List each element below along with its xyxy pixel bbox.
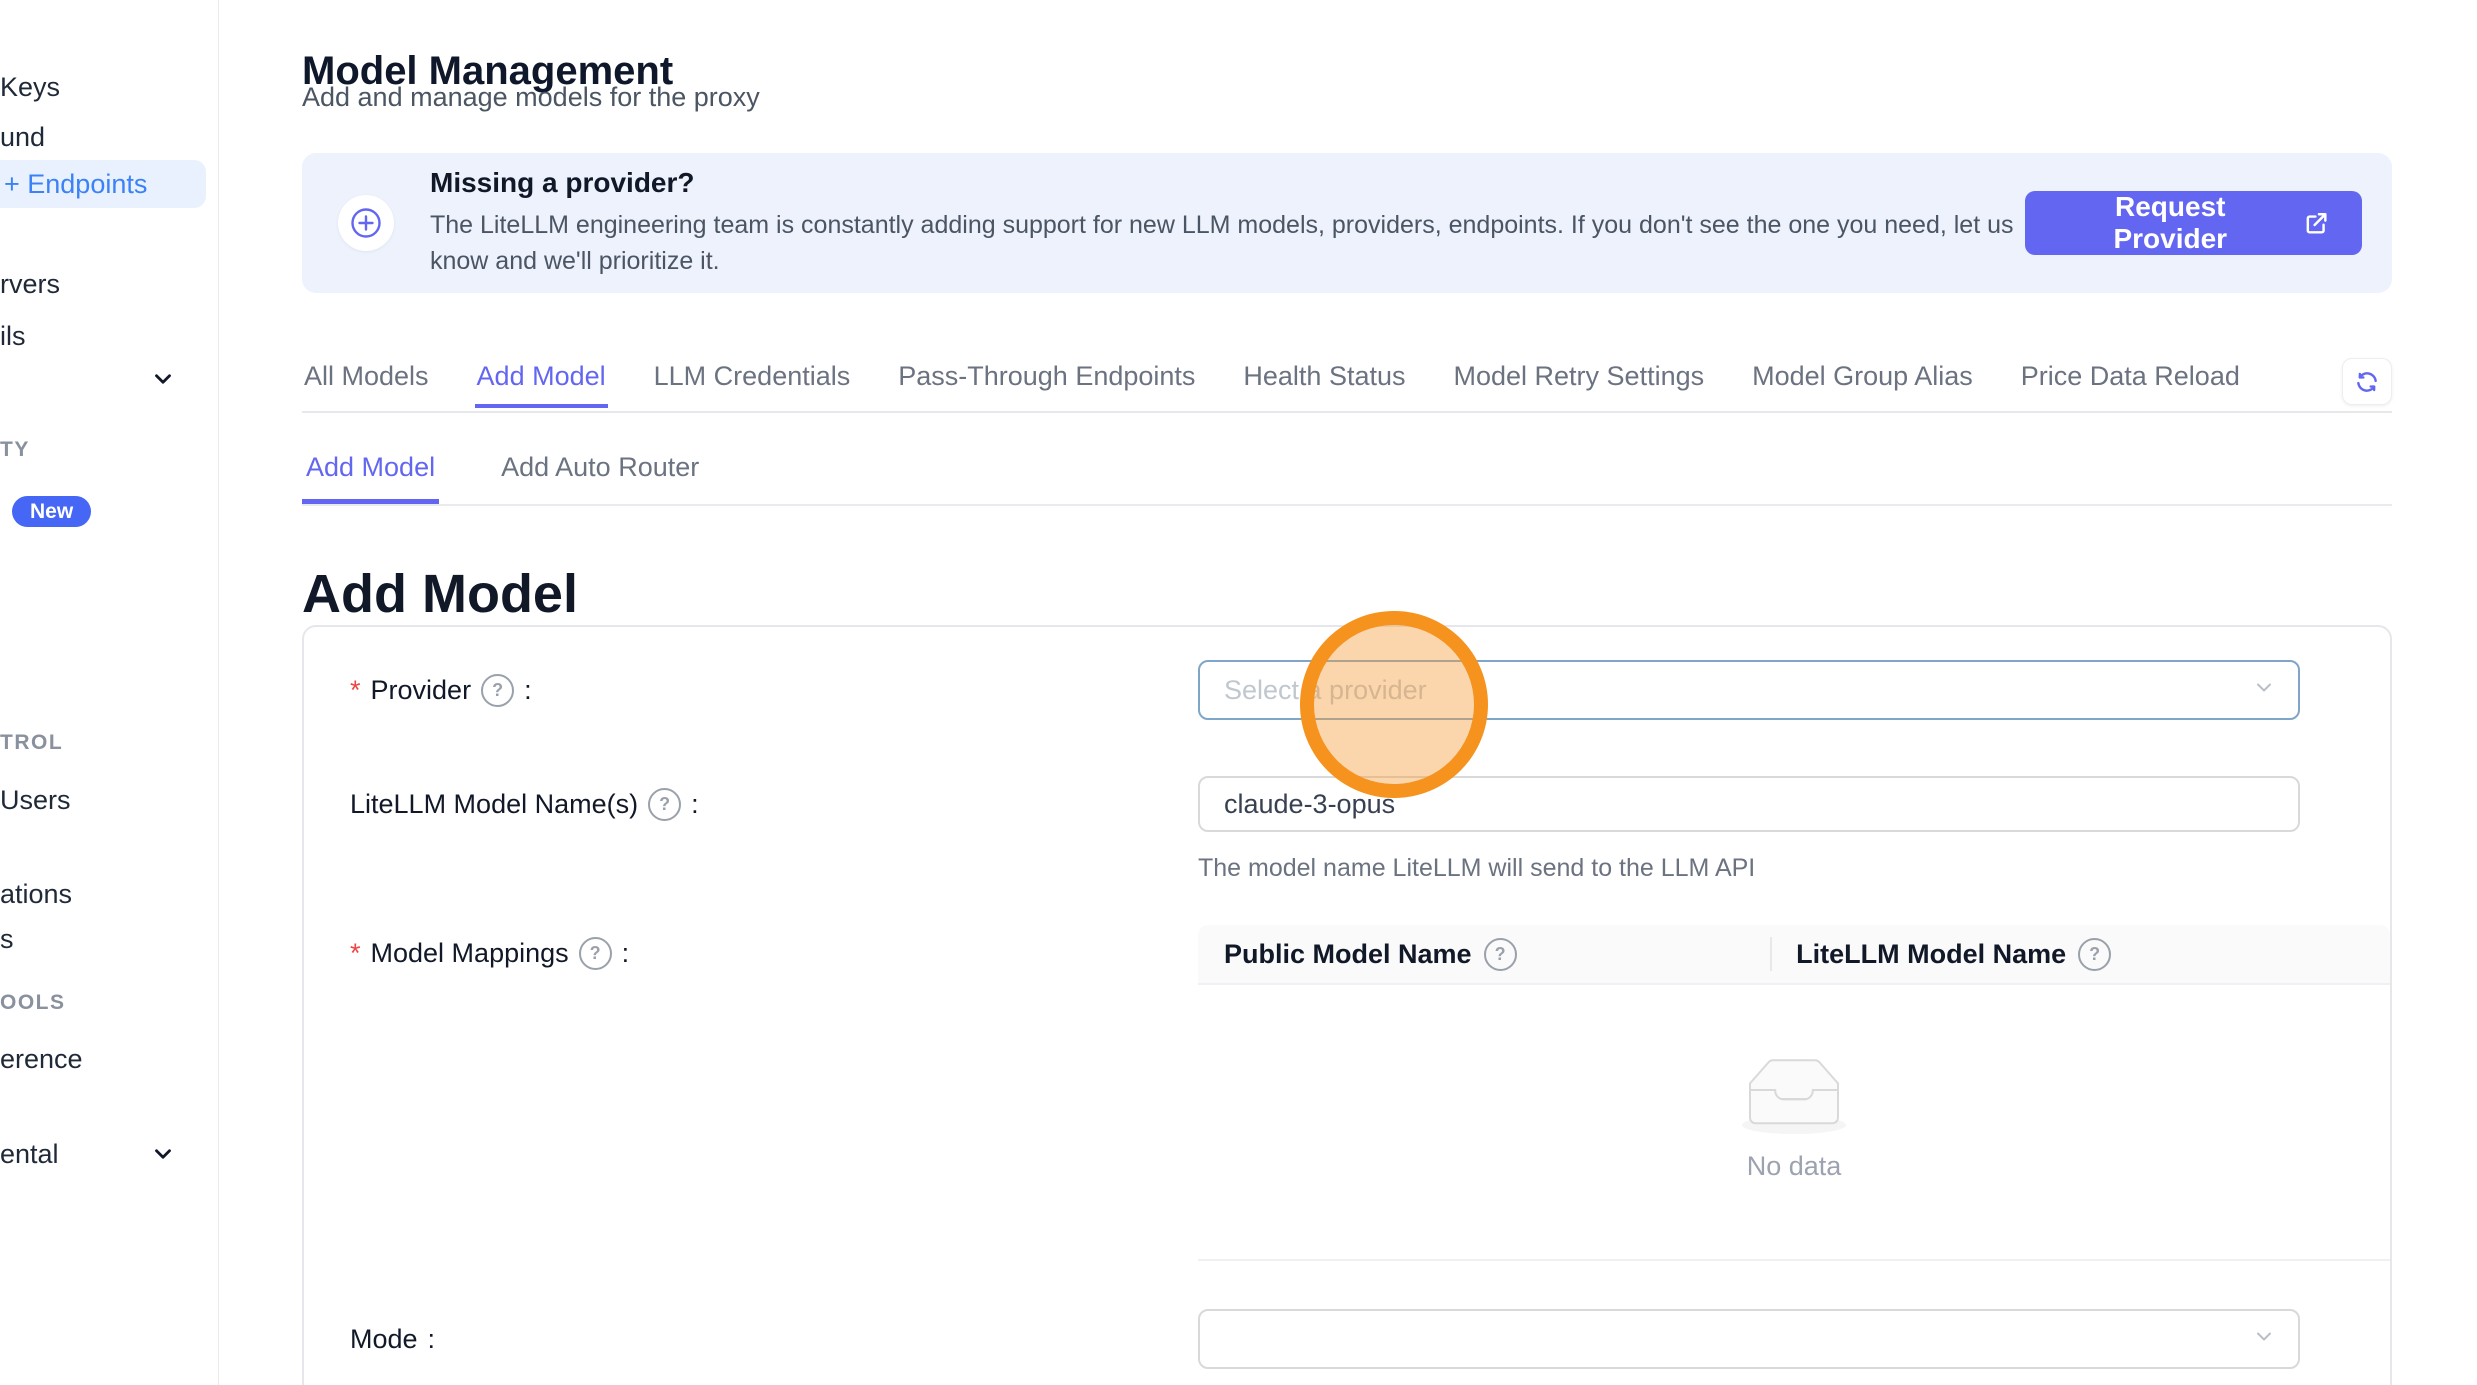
label-colon: :	[622, 938, 630, 969]
required-marker: *	[350, 938, 361, 969]
label-colon: :	[691, 789, 699, 820]
add-model-subtabs: Add Model Add Auto Router	[302, 440, 2392, 506]
model-name-label-text: LiteLLM Model Name(s)	[350, 789, 638, 820]
public-model-name-header-text: Public Model Name	[1224, 939, 1472, 970]
help-icon[interactable]: ?	[579, 937, 612, 970]
sidebar-item-endpoints[interactable]: + Endpoints	[0, 160, 206, 208]
sidebar-item-s[interactable]: s	[0, 924, 14, 955]
provider-select[interactable]: Select a provider	[1198, 660, 2300, 720]
provider-label-text: Provider	[371, 675, 472, 706]
model-mappings-row: * Model Mappings ? : Public Model Name ?…	[350, 925, 2344, 1261]
model-mappings-label: * Model Mappings ? :	[350, 925, 1198, 970]
tab-llm-credentials[interactable]: LLM Credentials	[652, 355, 853, 408]
help-icon[interactable]: ?	[1484, 938, 1517, 971]
tab-pass-through-endpoints[interactable]: Pass-Through Endpoints	[896, 355, 1197, 408]
missing-provider-banner: Missing a provider? The LiteLLM engineer…	[302, 153, 2392, 293]
sidebar-item-erence[interactable]: erence	[0, 1044, 83, 1075]
tab-model-group-alias[interactable]: Model Group Alias	[1750, 355, 1975, 408]
header-divider	[1770, 937, 1772, 971]
sidebar-item-servers[interactable]: rvers	[0, 269, 60, 300]
sidebar-item-endpoints-label: + Endpoints	[4, 169, 147, 200]
refresh-button[interactable]	[2342, 358, 2392, 405]
tab-price-data-reload[interactable]: Price Data Reload	[2019, 355, 2242, 408]
tab-model-retry-settings[interactable]: Model Retry Settings	[1452, 355, 1707, 408]
empty-inbox-icon	[1730, 1055, 1858, 1137]
sidebar-item-ils[interactable]: ils	[0, 321, 26, 352]
no-data-text: No data	[1747, 1151, 1842, 1182]
refresh-icon	[2354, 369, 2380, 395]
add-model-heading: Add Model	[302, 563, 578, 625]
chevron-down-icon	[2252, 676, 2276, 705]
help-icon[interactable]: ?	[648, 788, 681, 821]
provider-placeholder: Select a provider	[1224, 675, 1427, 706]
sidebar-item-ations[interactable]: ations	[0, 879, 72, 910]
model-name-label: LiteLLM Model Name(s) ? :	[350, 776, 1198, 832]
mode-label: Mode :	[350, 1309, 1198, 1369]
plus-circle-icon	[338, 195, 394, 251]
label-colon: :	[524, 675, 532, 706]
tab-all-models[interactable]: All Models	[302, 355, 431, 408]
label-colon: :	[428, 1324, 436, 1355]
sidebar-item-ental[interactable]: ental	[0, 1139, 59, 1170]
new-badge: New	[12, 496, 91, 527]
chevron-down-icon	[2252, 1325, 2276, 1354]
request-provider-button[interactable]: Request Provider	[2025, 191, 2362, 255]
banner-text: Missing a provider? The LiteLLM engineer…	[430, 167, 2025, 279]
mode-label-text: Mode	[350, 1324, 418, 1355]
tab-add-model[interactable]: Add Model	[475, 355, 608, 408]
model-tabs: All Models Add Model LLM Credentials Pas…	[302, 355, 2392, 413]
sidebar-section-ty: TY	[0, 438, 30, 462]
sidebar-section-ools: OOLS	[0, 991, 66, 1015]
chevron-down-icon[interactable]	[150, 1141, 176, 1167]
sidebar-item-keys[interactable]: Keys	[0, 72, 60, 103]
chevron-down-icon[interactable]	[150, 366, 176, 392]
request-provider-label: Request Provider	[2057, 191, 2284, 255]
model-name-value: claude-3-opus	[1224, 789, 1395, 820]
external-link-icon	[2302, 209, 2330, 237]
mappings-empty-state: No data	[1198, 985, 2390, 1261]
sidebar: Keys und + Endpoints rvers ils TY New TR…	[0, 0, 219, 1385]
mappings-table-header: Public Model Name ? LiteLLM Model Name ?	[1198, 925, 2390, 985]
main-content: Model Management Add and manage models f…	[218, 0, 2477, 1385]
mode-row: Mode : Optional - LiteLLM endpoint to us…	[350, 1309, 2344, 1385]
public-model-name-header: Public Model Name ?	[1198, 938, 1770, 971]
banner-body: The LiteLLM engineering team is constant…	[430, 208, 2025, 279]
model-name-row: LiteLLM Model Name(s) ? : claude-3-opus …	[350, 776, 2344, 883]
provider-row: * Provider ? : Select a provider	[350, 660, 2344, 720]
help-icon[interactable]: ?	[2078, 938, 2111, 971]
page-subtitle: Add and manage models for the proxy	[302, 82, 760, 113]
model-name-help-text: The model name LiteLLM will send to the …	[1198, 854, 2344, 883]
subtab-add-auto-router[interactable]: Add Auto Router	[497, 440, 703, 504]
tab-health-status[interactable]: Health Status	[1241, 355, 1407, 408]
model-mappings-table: Public Model Name ? LiteLLM Model Name ?	[1198, 925, 2390, 1261]
help-icon[interactable]: ?	[481, 674, 514, 707]
provider-label: * Provider ? :	[350, 660, 1198, 720]
model-mappings-label-text: Model Mappings	[371, 938, 569, 969]
required-marker: *	[350, 675, 361, 706]
litellm-model-name-header: LiteLLM Model Name ?	[1770, 938, 2390, 971]
banner-title: Missing a provider?	[430, 167, 2025, 199]
sidebar-item-users[interactable]: Users	[0, 785, 71, 816]
sidebar-section-trol: TROL	[0, 731, 63, 755]
subtab-add-model[interactable]: Add Model	[302, 440, 439, 504]
mode-select[interactable]	[1198, 1309, 2300, 1369]
add-model-form-card: * Provider ? : Select a provider	[302, 625, 2392, 1385]
sidebar-item-und[interactable]: und	[0, 122, 45, 153]
model-name-input[interactable]: claude-3-opus	[1198, 776, 2300, 832]
litellm-model-name-header-text: LiteLLM Model Name	[1796, 939, 2066, 970]
